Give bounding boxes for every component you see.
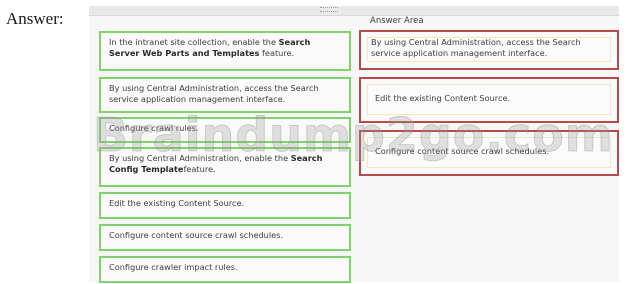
choice-item[interactable]: Configure crawl rules. [99,117,351,143]
choice-text: Configure content source crawl schedules… [109,230,284,240]
choice-item[interactable]: Edit the existing Content Source. [99,192,351,219]
answer-slot-text: By using Central Administration, access … [371,37,581,58]
choice-item[interactable]: Configure content source crawl schedules… [99,224,351,251]
choice-text: Configure crawl rules. [109,123,199,133]
choice-text: By using Central Administration, access … [109,83,319,104]
choice-text: feature. [183,163,216,174]
answer-slot-text: Configure content source crawl schedules… [375,146,550,156]
choice-text: Configure crawler impact rules. [109,262,238,272]
choice-item[interactable]: By using Central Administration, enable … [99,147,351,187]
choice-text: By using Central Administration, enable … [109,153,291,163]
choice-item[interactable]: By using Central Administration, access … [99,77,351,113]
panel-header-bar [89,6,619,16]
answer-slot[interactable]: Edit the existing Content Source. [359,77,619,123]
choice-text: In the intranet site collection, enable … [109,37,279,47]
choice-item[interactable]: In the intranet site collection, enable … [99,31,351,71]
choice-item[interactable]: Configure crawler impact rules. [99,256,351,283]
answer-slot[interactable]: Configure content source crawl schedules… [359,130,619,176]
answer-label: Answer: [6,9,64,28]
answer-slot-text: Edit the existing Content Source. [375,93,511,103]
answer-area-title: Answer Area [370,16,424,26]
answer-slot[interactable]: By using Central Administration, access … [359,30,619,70]
choice-text: feature. [259,47,295,58]
resize-grip-icon[interactable] [320,7,338,12]
choice-text: Edit the existing Content Source. [109,198,245,208]
